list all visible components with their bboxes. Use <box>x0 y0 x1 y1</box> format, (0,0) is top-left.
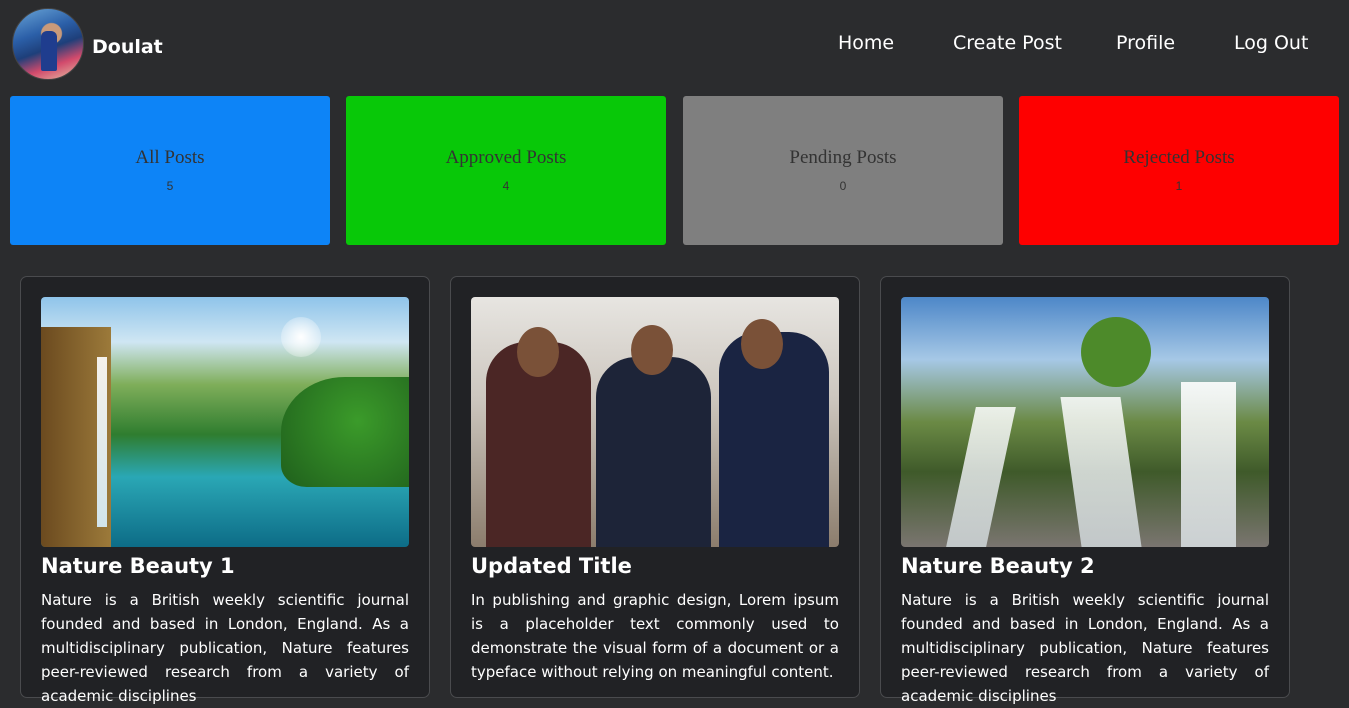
stat-count: 4 <box>502 179 510 193</box>
stat-pending-posts[interactable]: Pending Posts 0 <box>683 96 1003 245</box>
post-card[interactable]: Nature Beauty 1 Nature is a British week… <box>20 276 430 705</box>
nav-home[interactable]: Home <box>838 32 894 54</box>
post-image <box>41 297 409 547</box>
user-name: Doulat <box>92 36 163 58</box>
stat-label: Rejected Posts <box>1123 147 1235 168</box>
nav-profile[interactable]: Profile <box>1116 32 1175 54</box>
post-image <box>901 297 1269 547</box>
stat-count: 5 <box>166 179 174 193</box>
post-card[interactable]: Updated Title In publishing and graphic … <box>450 276 860 698</box>
stat-all-posts[interactable]: All Posts 5 <box>10 96 330 245</box>
stat-label: All Posts <box>135 147 205 168</box>
nav-logout[interactable]: Log Out <box>1234 32 1308 54</box>
stat-label: Pending Posts <box>789 147 897 168</box>
post-title: Updated Title <box>471 554 632 578</box>
stat-approved-posts[interactable]: Approved Posts 4 <box>346 96 666 245</box>
post-title: Nature Beauty 1 <box>41 554 235 578</box>
post-image <box>471 297 839 547</box>
post-body: Nature is a British weekly scientific jo… <box>41 591 409 705</box>
stat-count: 1 <box>1175 179 1183 193</box>
stat-rejected-posts[interactable]: Rejected Posts 1 <box>1019 96 1339 245</box>
post-card[interactable]: Nature Beauty 2 Nature is a British week… <box>880 276 1290 705</box>
stat-count: 0 <box>839 179 847 193</box>
nav-create-post[interactable]: Create Post <box>953 32 1062 54</box>
post-title: Nature Beauty 2 <box>901 554 1095 578</box>
post-body: In publishing and graphic design, Lorem … <box>471 591 839 681</box>
post-body: Nature is a British weekly scientific jo… <box>901 591 1269 705</box>
stat-label: Approved Posts <box>445 147 567 168</box>
avatar[interactable] <box>12 8 84 80</box>
navbar: Doulat Home Create Post Profile Log Out <box>0 0 1349 90</box>
